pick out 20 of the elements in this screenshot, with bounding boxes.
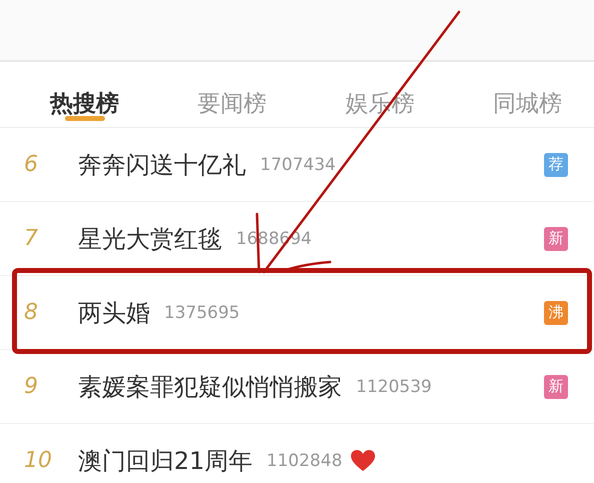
- topic-title[interactable]: 星光大赏红毯: [78, 222, 222, 254]
- tag-badge: 沸: [544, 300, 568, 324]
- topic-title[interactable]: 澳门回归21周年: [78, 444, 253, 476]
- tab[interactable]: 热搜榜: [44, 62, 125, 127]
- heat-count: 1707434: [260, 154, 336, 174]
- heat-count: 1375695: [164, 302, 240, 322]
- heat-count: 1102848: [266, 450, 342, 470]
- topic-title[interactable]: 两头婚: [78, 296, 150, 328]
- rank-number: 8: [24, 300, 39, 325]
- tag-badge: 新: [544, 226, 568, 250]
- rank-number: 6: [24, 152, 39, 177]
- rank-number: 7: [24, 226, 39, 251]
- tab-underline: [64, 116, 104, 121]
- rank-number: 9: [24, 374, 39, 399]
- topic-title[interactable]: 奔奔闪送十亿礼: [78, 148, 246, 180]
- tag-badge: 荐: [544, 152, 568, 176]
- topic-title[interactable]: 素媛案罪犯疑似悄悄搬家: [78, 370, 342, 402]
- tag-badge: 新: [544, 374, 568, 398]
- rank-number: 10: [24, 448, 53, 473]
- heat-count: 1120539: [356, 376, 432, 396]
